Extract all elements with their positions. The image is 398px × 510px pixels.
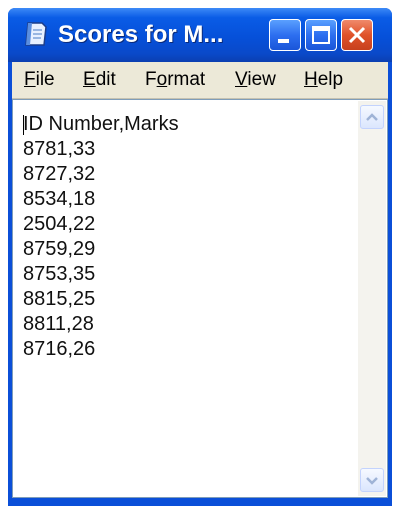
text-line: 8753,35 — [23, 263, 96, 285]
maximize-button[interactable] — [305, 19, 337, 51]
title-bar[interactable]: Scores for M... — [8, 8, 392, 62]
scroll-up-button[interactable] — [360, 105, 384, 129]
text-editor[interactable]: ID Number,Marks 8781,33 8727,32 8534,18 … — [12, 99, 388, 498]
close-icon — [348, 26, 366, 44]
text-line: 8759,29 — [23, 238, 96, 260]
menu-format-mnemonic: o — [156, 69, 168, 90]
notepad-icon — [25, 22, 47, 46]
minimize-icon — [278, 39, 289, 43]
menu-file-label: ile — [35, 69, 55, 90]
vertical-scrollbar[interactable] — [358, 101, 386, 496]
menu-format[interactable]: Format — [145, 68, 205, 92]
menu-help[interactable]: Help — [304, 68, 343, 92]
menu-bar: File Edit Format View Help — [12, 62, 388, 99]
scroll-down-button[interactable] — [360, 468, 384, 492]
document-text[interactable]: ID Number,Marks 8781,33 8727,32 8534,18 … — [23, 112, 353, 362]
window-title: Scores for M... — [58, 21, 224, 48]
scroll-down-arrow-icon — [366, 477, 378, 485]
menu-edit-label: dit — [95, 69, 116, 90]
menu-file-mnemonic: F — [24, 69, 36, 90]
menu-edit[interactable]: Edit — [83, 68, 116, 92]
scroll-up-arrow-icon — [366, 113, 378, 121]
close-button[interactable] — [341, 19, 373, 51]
text-line: 8815,25 — [23, 288, 96, 310]
text-line: 8534,18 — [23, 188, 96, 210]
text-line: 8727,32 — [23, 163, 96, 185]
text-line: 8781,33 — [23, 138, 96, 160]
notepad-window: Scores for M... File Edit Format View He… — [8, 8, 392, 506]
minimize-button[interactable] — [269, 19, 301, 51]
menu-format-label: rmat — [167, 69, 206, 90]
text-line: 8811,28 — [23, 313, 94, 335]
menu-view-mnemonic: V — [235, 69, 248, 90]
text-caret — [23, 115, 24, 135]
text-line: 8716,26 — [23, 338, 96, 360]
text-line: 2504,22 — [23, 213, 96, 235]
menu-view-label: iew — [247, 69, 276, 90]
text-line: ID Number,Marks — [23, 113, 179, 135]
menu-format-prefix: F — [145, 69, 157, 90]
menu-help-label: elp — [317, 69, 344, 90]
menu-view[interactable]: View — [235, 68, 276, 92]
menu-edit-mnemonic: E — [83, 69, 96, 90]
menu-help-mnemonic: H — [304, 69, 318, 90]
menu-file[interactable]: File — [24, 68, 55, 92]
maximize-icon — [312, 26, 330, 44]
